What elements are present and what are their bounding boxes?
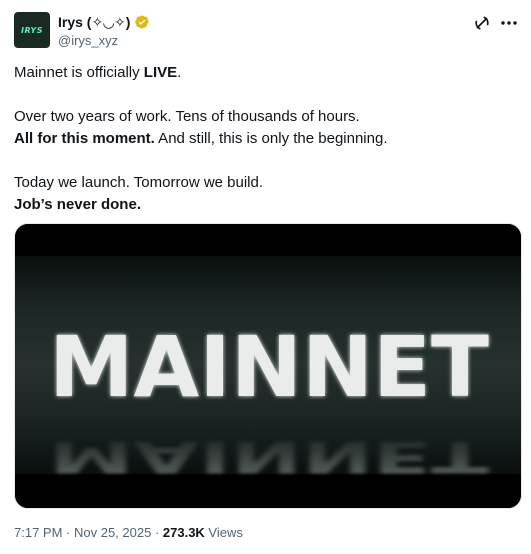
verified-badge-icon[interactable] bbox=[134, 14, 150, 30]
more-dots-icon bbox=[501, 21, 517, 25]
tweet-line-3: All for this moment. And still, this is … bbox=[14, 128, 514, 150]
mainnet-video-frame: MAINNET MAINNET bbox=[15, 224, 521, 508]
tweet-line-1: Mainnet is officially LIVE. bbox=[14, 62, 514, 84]
tweet: IRYS Irys (✧◡✧) @irys_xyz Mainnet is off… bbox=[0, 0, 531, 554]
mainnet-headline: MAINNET bbox=[49, 318, 489, 416]
tweet-media-image[interactable]: MAINNET MAINNET bbox=[14, 223, 522, 509]
avatar[interactable]: IRYS bbox=[14, 12, 50, 48]
mainnet-reflection: MAINNET bbox=[49, 430, 489, 481]
tweet-line-5: Job’s never done. bbox=[14, 194, 514, 216]
avatar-logo-text: IRYS bbox=[21, 25, 43, 35]
author-handle[interactable]: @irys_xyz bbox=[58, 33, 118, 48]
tweet-line-5-bold: Job’s never done. bbox=[14, 196, 141, 213]
tweet-line-1-suffix: . bbox=[177, 64, 182, 81]
author-display-name[interactable]: Irys (✧◡✧) bbox=[58, 14, 130, 31]
tweet-line-1-bold: LIVE bbox=[143, 64, 178, 81]
tweet-line-4: Today we launch. Tomorrow we build. bbox=[14, 174, 264, 191]
svg-text:MAINNET: MAINNET bbox=[49, 430, 489, 481]
tweet-time[interactable]: 7:17 PM bbox=[14, 525, 62, 540]
meta-separator: · bbox=[62, 525, 74, 540]
views-label: Views bbox=[204, 525, 243, 540]
tweet-date[interactable]: Nov 25, 2025 bbox=[74, 525, 151, 540]
tweet-line-3-text: And still, this is only the beginning. bbox=[154, 130, 388, 147]
grok-icon[interactable] bbox=[473, 14, 491, 32]
tweet-line-2: Over two years of work. Tens of thousand… bbox=[14, 108, 360, 125]
more-options-icon[interactable] bbox=[499, 14, 519, 32]
tweet-header: IRYS Irys (✧◡✧) @irys_xyz bbox=[14, 12, 519, 52]
author-name-row: Irys (✧◡✧) bbox=[58, 13, 150, 31]
tweet-meta: 7:17 PM · Nov 25, 2025 · 273.3K Views bbox=[14, 525, 243, 540]
tweet-text: Mainnet is officially LIVE. Over two yea… bbox=[14, 62, 514, 216]
views-count[interactable]: 273.3K bbox=[163, 525, 205, 540]
meta-separator: · bbox=[151, 525, 163, 540]
tweet-line-3-bold: All for this moment. bbox=[14, 130, 155, 147]
tweet-line-1-text: Mainnet is officially bbox=[14, 64, 144, 81]
